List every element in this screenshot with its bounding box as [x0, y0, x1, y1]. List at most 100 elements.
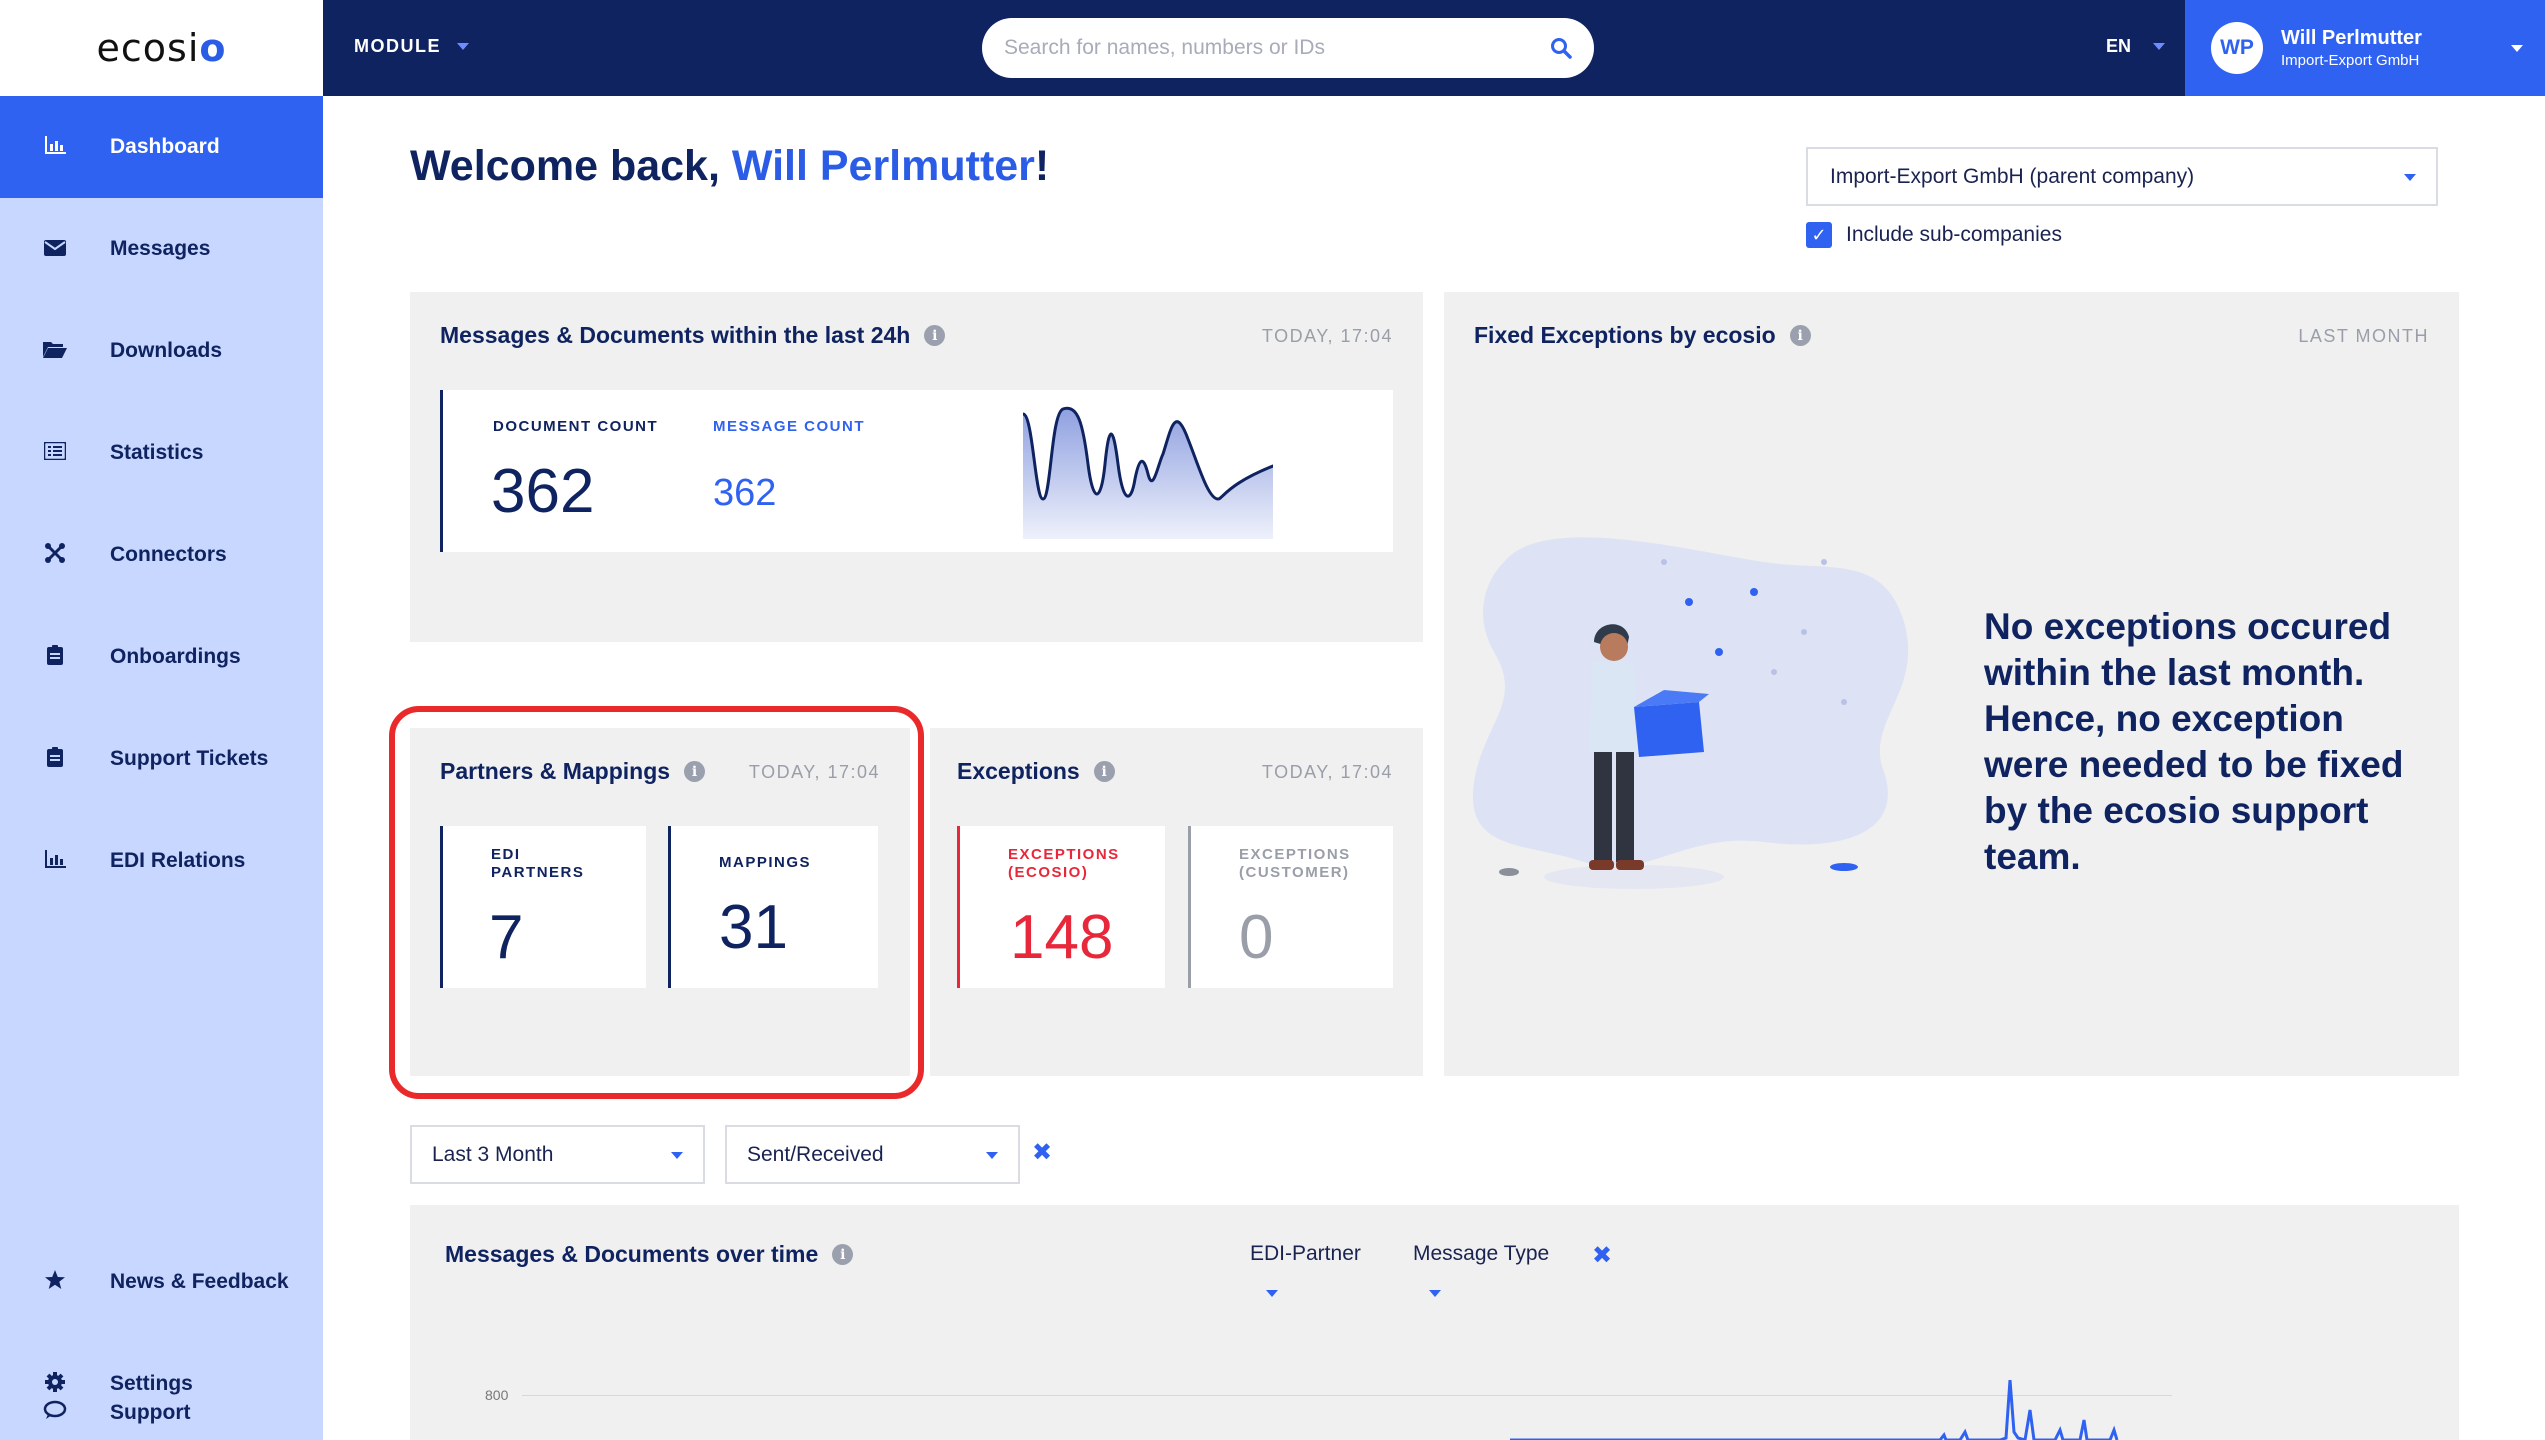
card-timestamp: TODAY, 17:04: [1261, 762, 1393, 782]
exceptions-title: Exceptions: [957, 758, 1080, 784]
time-series-chart: [1510, 1380, 2119, 1440]
period-filter-value: Last 3 Month: [432, 1142, 554, 1166]
chat-icon: [40, 1400, 70, 1425]
clear-chart-filters-icon[interactable]: ✖: [1592, 1241, 1612, 1269]
bar-chart-icon: [40, 135, 70, 159]
company-select-value: Import-Export GmbH (parent company): [1830, 164, 2195, 188]
include-subcompanies-label: Include sub-companies: [1846, 223, 2062, 246]
exceptions-ecosio-panel[interactable]: EXCEPTIONS (ECOSIO) 148: [957, 826, 1165, 988]
info-icon[interactable]: i: [1093, 761, 1115, 782]
sidebar-item-support-tickets[interactable]: Support Tickets: [0, 708, 323, 810]
exceptions-customer-value: 0: [1239, 903, 1274, 972]
bar-chart-icon: [40, 849, 70, 873]
card-title: Messages & Documents within the last 24h…: [440, 322, 946, 349]
star-icon: [40, 1269, 70, 1296]
list-icon: [40, 440, 70, 465]
exceptions-ecosio-label-line2: (ECOSIO): [1008, 864, 1089, 881]
sidebar-item-label: Downloads: [110, 339, 223, 362]
card-title: Fixed Exceptions by ecosio i: [1474, 322, 1811, 349]
exceptions-customer-label-line1: EXCEPTIONS: [1239, 846, 1351, 863]
exceptions-ecosio-label-line1: EXCEPTIONS: [1008, 846, 1120, 863]
messages-24h-card: Messages & Documents within the last 24h…: [410, 292, 1423, 642]
sidebar-item-onboardings[interactable]: Onboardings: [0, 606, 323, 708]
sidebar-item-label: Connectors: [110, 543, 227, 566]
exceptions-ecosio-label: EXCEPTIONS (ECOSIO): [1008, 846, 1120, 882]
exceptions-customer-label: EXCEPTIONS (CUSTOMER): [1239, 846, 1351, 882]
message-type-filter-label: Message Type: [1413, 1242, 1550, 1265]
sidebar-item-news-feedback[interactable]: News & Feedback: [0, 1231, 323, 1333]
module-label: MODULE: [354, 36, 441, 56]
company-select[interactable]: Import-Export GmbH (parent company): [1806, 147, 2438, 206]
messages-24h-panel: DOCUMENT COUNT 362 MESSAGE COUNT 362: [440, 390, 1393, 552]
highlight-annotation: [389, 706, 924, 1099]
sidebar-item-label: Messages: [110, 237, 211, 260]
over-time-title: Messages & Documents over time: [445, 1241, 819, 1267]
sidebar-item-edi-relations[interactable]: EDI Relations: [0, 810, 323, 912]
include-subcompanies-checkbox[interactable]: ✓: [1806, 222, 1832, 248]
top-bar: ecosio MODULE EN WP Will Perlmutter Impo…: [0, 0, 2545, 96]
sparkline-chart: [1021, 406, 1273, 539]
chevron-down-icon: [1429, 1290, 1441, 1297]
ticket-icon: [40, 746, 70, 772]
avatar: WP: [2211, 22, 2263, 74]
message-type-filter[interactable]: Message Type: [1413, 1242, 1550, 1297]
language-selector[interactable]: EN: [2106, 36, 2166, 57]
sidebar-item-label: Onboardings: [110, 645, 241, 668]
logo[interactable]: ecosio: [0, 0, 323, 96]
card-title: Messages & Documents over time i: [445, 1241, 854, 1268]
no-exceptions-message: No exceptions occured within the last mo…: [1984, 606, 2404, 877]
sidebar-item-label: News & Feedback: [110, 1270, 289, 1293]
logo-accent-letter: o: [199, 26, 227, 70]
chevron-down-icon: [1266, 1290, 1278, 1297]
user-name: Will Perlmutter: [2281, 27, 2422, 49]
chevron-down-icon: [986, 1152, 998, 1159]
info-icon[interactable]: i: [832, 1244, 854, 1265]
card-timestamp: LAST MONTH: [2298, 326, 2429, 346]
card-timestamp: TODAY, 17:04: [1261, 326, 1393, 346]
envelope-icon: [40, 237, 70, 261]
search-input[interactable]: [1004, 36, 1550, 60]
chevron-down-icon: [2404, 174, 2416, 181]
info-icon[interactable]: i: [924, 325, 946, 346]
sidebar-item-label: Dashboard: [110, 135, 220, 158]
edi-partner-filter[interactable]: EDI-Partner: [1250, 1242, 1361, 1297]
exceptions-customer-label-line2: (CUSTOMER): [1239, 864, 1350, 881]
search-box[interactable]: [982, 18, 1594, 78]
sidebar-item-label: Support: [110, 1400, 191, 1424]
user-menu[interactable]: WP Will Perlmutter Import-Export GmbH: [2185, 0, 2545, 96]
exceptions-ecosio-value: 148: [1010, 903, 1114, 972]
document-count-label: DOCUMENT COUNT: [493, 418, 659, 435]
sidebar-item-downloads[interactable]: Downloads: [0, 300, 323, 402]
connectors-icon: [40, 542, 70, 568]
info-icon[interactable]: i: [1789, 325, 1811, 346]
page-title: Welcome back, Will Perlmutter!: [410, 142, 1049, 191]
exceptions-customer-panel[interactable]: EXCEPTIONS (CUSTOMER) 0: [1188, 826, 1393, 988]
welcome-name: Will Perlmutter: [731, 142, 1035, 190]
sidebar-item-connectors[interactable]: Connectors: [0, 504, 323, 606]
welcome-prefix: Welcome back,: [410, 142, 732, 190]
chevron-down-icon: [2511, 45, 2523, 52]
sidebar: Dashboard Messages Downloads Statistics …: [0, 96, 323, 1440]
include-subcompanies[interactable]: ✓ Include sub-companies: [1806, 222, 2062, 248]
module-dropdown[interactable]: MODULE: [354, 36, 469, 57]
sidebar-item-support[interactable]: Support: [0, 1385, 323, 1440]
messages-over-time-card: Messages & Documents over time i 800: [410, 1205, 2459, 1440]
sidebar-item-messages[interactable]: Messages: [0, 198, 323, 300]
edi-partner-filter-label: EDI-Partner: [1250, 1242, 1361, 1265]
period-filter[interactable]: Last 3 Month: [410, 1125, 705, 1184]
search-icon[interactable]: [1550, 37, 1572, 59]
document-count-value: 362: [491, 457, 595, 526]
sidebar-item-dashboard[interactable]: Dashboard: [0, 96, 323, 198]
clear-filters-icon[interactable]: ✖: [1032, 1138, 1052, 1166]
sidebar-item-label: Support Tickets: [110, 747, 269, 770]
message-count-label: MESSAGE COUNT: [713, 418, 866, 435]
language-label: EN: [2106, 36, 2132, 56]
exceptions-card: Exceptions i TODAY, 17:04 EXCEPTIONS (EC…: [930, 728, 1423, 1076]
chevron-down-icon: [2153, 43, 2166, 50]
message-count-value: 362: [713, 472, 777, 514]
direction-filter[interactable]: Sent/Received: [725, 1125, 1020, 1184]
sidebar-item-statistics[interactable]: Statistics: [0, 402, 323, 504]
fixed-exceptions-title: Fixed Exceptions by ecosio: [1474, 322, 1776, 348]
logo-text: ecosio: [96, 26, 227, 70]
messages-24h-title: Messages & Documents within the last 24h: [440, 322, 911, 348]
